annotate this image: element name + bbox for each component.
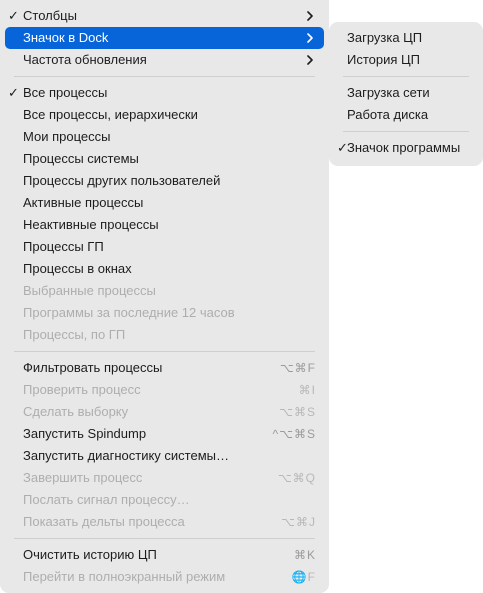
- menu-item-my-processes[interactable]: Мои процессы: [5, 126, 324, 148]
- menu-item-selected-processes[interactable]: Выбранные процессы: [5, 280, 324, 302]
- menu-item-dock-icon[interactable]: Значок в Dock: [5, 27, 324, 49]
- menu-item-label: Все процессы, иерархически: [23, 107, 198, 122]
- menu-item-label: Показать дельты процесса: [23, 514, 185, 529]
- menu-item-columns[interactable]: ✓ Столбцы: [5, 5, 324, 27]
- menu-item-label: Послать сигнал процессу…: [23, 492, 190, 507]
- menu-item-quit-process[interactable]: Завершить процесс ⌥⌘Q: [5, 467, 324, 489]
- menu-item-label: Загрузка сети: [347, 85, 430, 100]
- keyboard-shortcut: 🌐F: [291, 570, 316, 584]
- keyboard-shortcut: ⌥⌘J: [281, 515, 316, 529]
- menu-item-label: Загрузка ЦП: [347, 30, 423, 45]
- submenu-item-network-usage[interactable]: Загрузка сети: [334, 82, 478, 104]
- menu-item-apps-last-12-hours[interactable]: Программы за последние 12 часов: [5, 302, 324, 324]
- menu-item-update-frequency[interactable]: Частота обновления: [5, 49, 324, 71]
- menu-item-clear-cpu-history[interactable]: Очистить историю ЦП ⌘K: [5, 544, 324, 566]
- menu-item-label: Столбцы: [23, 8, 77, 23]
- menu-separator: [343, 76, 469, 77]
- keyboard-shortcut: ⌥⌘Q: [277, 471, 316, 485]
- menu-item-inspect-process[interactable]: Проверить процесс ⌘I: [5, 379, 324, 401]
- menu-item-label: Мои процессы: [23, 129, 111, 144]
- menu-item-label: Частота обновления: [23, 52, 147, 67]
- menu-item-gpu-processes[interactable]: Процессы ГП: [5, 236, 324, 258]
- menu-item-all-processes-hierarchically[interactable]: Все процессы, иерархически: [5, 104, 324, 126]
- menu-separator: [14, 538, 315, 539]
- menu-separator: [14, 351, 315, 352]
- menu-item-label: Фильтровать процессы: [23, 360, 163, 375]
- menu-item-system-processes[interactable]: Процессы системы: [5, 148, 324, 170]
- menu-item-sample-process[interactable]: Сделать выборку ⌥⌘S: [5, 401, 324, 423]
- menu-item-label: Программы за последние 12 часов: [23, 305, 235, 320]
- submenu-item-cpu-history[interactable]: История ЦП: [334, 49, 478, 71]
- keyboard-shortcut: ⌥⌘S: [279, 405, 316, 419]
- menu-item-label: История ЦП: [347, 52, 420, 67]
- menu-item-inactive-processes[interactable]: Неактивные процессы: [5, 214, 324, 236]
- submenu-item-cpu-usage[interactable]: Загрузка ЦП: [334, 27, 478, 49]
- menu-item-enter-full-screen[interactable]: Перейти в полноэкранный режим 🌐F: [5, 566, 324, 588]
- chevron-right-icon: [306, 5, 316, 27]
- menu-item-active-processes[interactable]: Активные процессы: [5, 192, 324, 214]
- menu-item-label: Очистить историю ЦП: [23, 547, 157, 562]
- menu-separator: [343, 131, 469, 132]
- menu-item-label: Завершить процесс: [23, 470, 143, 485]
- menu-item-send-signal[interactable]: Послать сигнал процессу…: [5, 489, 324, 511]
- submenu-item-disk-activity[interactable]: Работа диска: [334, 104, 478, 126]
- menu-item-label: Проверить процесс: [23, 382, 141, 397]
- view-menu: ✓ Столбцы Значок в Dock Частота обновлен…: [0, 0, 329, 593]
- keyboard-shortcut: ⌘I: [298, 383, 316, 397]
- menu-separator: [14, 76, 315, 77]
- menu-item-run-system-diagnostics[interactable]: Запустить диагностику системы…: [5, 445, 324, 467]
- menu-item-label: Выбранные процессы: [23, 283, 156, 298]
- dock-icon-submenu: Загрузка ЦП История ЦП Загрузка сети Раб…: [329, 22, 483, 166]
- menu-item-windowed-processes[interactable]: Процессы в окнах: [5, 258, 324, 280]
- keyboard-shortcut: ⌘K: [293, 548, 316, 562]
- keyboard-shortcut: ⌥⌘F: [279, 361, 316, 375]
- menu-item-label: Процессы, по ГП: [23, 327, 126, 342]
- menu-item-other-user-processes[interactable]: Процессы других пользователей: [5, 170, 324, 192]
- menu-item-all-processes[interactable]: ✓ Все процессы: [5, 82, 324, 104]
- checkmark-icon: ✓: [8, 8, 19, 23]
- checkmark-icon: ✓: [8, 85, 19, 100]
- menu-item-label: Запустить Spindump: [23, 426, 147, 441]
- menu-item-label: Работа диска: [347, 107, 429, 122]
- menu-item-show-process-deltas[interactable]: Показать дельты процесса ⌥⌘J: [5, 511, 324, 533]
- menu-item-label: Процессы системы: [23, 151, 139, 166]
- submenu-item-app-icon[interactable]: ✓ Значок программы: [334, 137, 478, 159]
- menu-item-label: Запустить диагностику системы…: [23, 448, 230, 463]
- menu-item-filter-processes[interactable]: Фильтровать процессы ⌥⌘F: [5, 357, 324, 379]
- menu-item-label: Значок программы: [347, 140, 461, 155]
- menu-item-processes-by-gpu[interactable]: Процессы, по ГП: [5, 324, 324, 346]
- menu-item-label: Процессы в окнах: [23, 261, 132, 276]
- menu-item-label: Процессы других пользователей: [23, 173, 221, 188]
- chevron-right-icon: [306, 49, 316, 71]
- menu-item-label: Процессы ГП: [23, 239, 104, 254]
- menu-item-run-spindump[interactable]: Запустить Spindump ^⌥⌘S: [5, 423, 324, 445]
- menu-item-label: Перейти в полноэкранный режим: [23, 569, 226, 584]
- menu-item-label: Активные процессы: [23, 195, 144, 210]
- menu-item-label: Сделать выборку: [23, 404, 129, 419]
- menu-item-label: Все процессы: [23, 85, 108, 100]
- keyboard-shortcut: ^⌥⌘S: [272, 427, 316, 441]
- menu-item-label: Неактивные процессы: [23, 217, 159, 232]
- chevron-right-icon: [306, 27, 316, 49]
- menu-item-label: Значок в Dock: [23, 30, 109, 45]
